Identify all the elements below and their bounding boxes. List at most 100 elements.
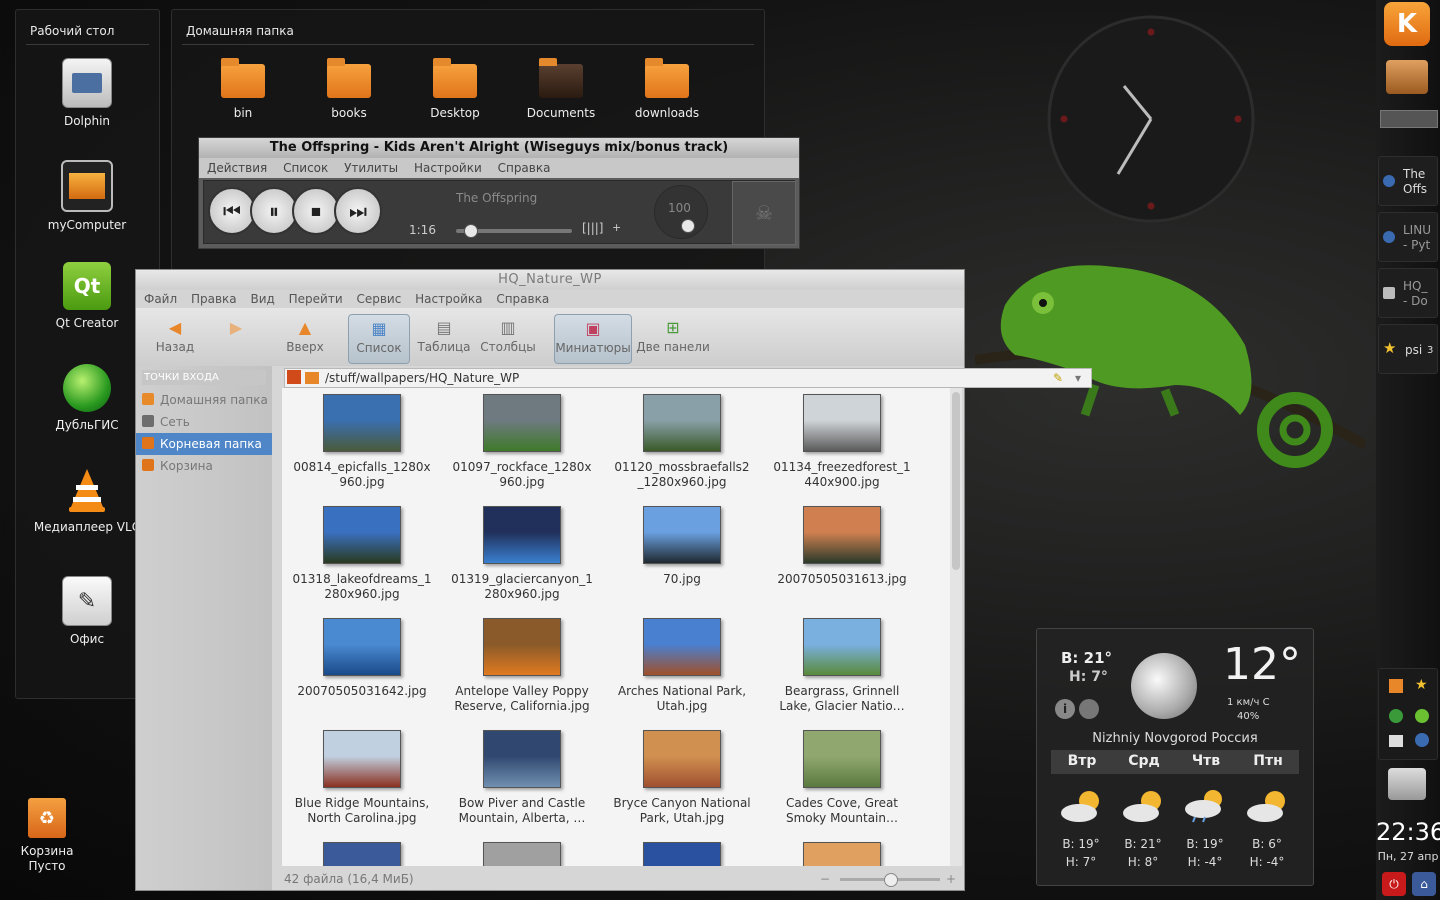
clear-location-icon[interactable]: ✎ [1053,369,1063,387]
file-item[interactable]: 20070505031642.jpg [284,612,440,699]
equalizer-icon[interactable]: [|||] [582,221,604,235]
desktop-icon-vlc[interactable]: Медиаплеер VLC [32,466,142,535]
view-table-button[interactable]: ▤ Таблица [414,314,474,362]
player-menu-item[interactable]: Настройки [414,161,482,175]
forward-button[interactable]: ▶ [216,314,256,362]
zoom-slider-knob[interactable] [884,873,898,887]
tray-blue-icon[interactable] [1415,733,1429,747]
player-menu-item[interactable]: Утилиты [344,161,398,175]
dolphin-menu-item[interactable]: Файл [144,292,177,306]
location-dropdown-icon[interactable]: ▾ [1075,369,1081,387]
desktop-icon-dolphin[interactable]: Dolphin [32,58,142,129]
file-item[interactable]: 01097_rockface_1280x 960.jpg [444,388,600,490]
thumbnails-button[interactable]: ▣ Миниатюры [554,314,632,364]
device-notifier-icon[interactable] [1388,768,1426,800]
place-label: Сеть [160,415,190,429]
digital-clock-date[interactable]: Пн, 27 апр [1376,850,1440,863]
view-list-button[interactable]: ▦ Список [348,314,410,364]
task-button[interactable]: ★ psi 3 [1378,324,1438,374]
desktop-icon-office[interactable]: ✎ Офис [32,576,142,647]
location-bar[interactable]: /stuff/wallpapers/HQ_Nature_WP ✎ ▾ [284,368,1092,388]
home-item-documents[interactable]: Documents [506,52,616,121]
back-button[interactable]: ◀ Назад [150,314,200,362]
tray-app-icon[interactable] [1389,679,1403,693]
zoom-out-icon[interactable]: − [820,868,830,890]
player-menu-item[interactable]: Справка [498,161,551,175]
file-item[interactable] [604,836,760,866]
file-item[interactable]: 01120_mossbraefalls2 _1280x960.jpg [604,388,760,490]
place-root[interactable]: Корневая папка [136,433,272,455]
zoom-in-icon[interactable]: + [946,868,956,890]
home-item-desktop[interactable]: Desktop [400,52,510,121]
task-button[interactable]: LINU - Pyt [1378,212,1438,262]
dolphin-menu-item[interactable]: Правка [191,292,237,306]
player-menu-item[interactable]: Список [283,161,328,175]
dolphin-menu-item[interactable]: Перейти [289,292,343,306]
info-icon[interactable]: i [1055,699,1075,719]
up-button[interactable]: ▲ Вверх [280,314,330,362]
tray-star-icon[interactable]: ★ [1415,677,1428,693]
dolphin-menu-item[interactable]: Настройка [415,292,482,306]
pause-button[interactable]: ⏸ [250,187,298,235]
desktop-icon-qtcreator[interactable]: Qt Qt Creator [32,262,142,331]
file-item[interactable]: Bow Piver and Castle Mountain, Alberta, … [444,724,600,826]
file-item[interactable]: 01318_lakeofdreams_1 280x960.jpg [284,500,440,602]
desktop-icon-dublgis[interactable]: ДубльГИС [32,364,142,433]
file-item[interactable]: Cades Cove, Great Smoky Mountain… [764,724,920,826]
add-icon[interactable]: + [612,221,621,234]
file-item[interactable]: Blue Ridge Mountains, North Carolina.jpg [284,724,440,826]
split-view-button[interactable]: ⊞ Две панели [636,314,710,362]
tray-network-icon[interactable] [1389,735,1403,747]
home-item-bin[interactable]: bin [188,52,298,121]
file-item[interactable]: 20070505031613.jpg [764,500,920,587]
table-view-icon: ▤ [436,318,452,337]
file-item[interactable]: 70.jpg [604,500,760,587]
digital-clock-time[interactable]: 22:36 [1376,818,1440,846]
task-button[interactable]: The Offs [1378,156,1438,206]
next-button[interactable]: ⏭ [334,187,382,235]
file-item[interactable]: Arches National Park, Utah.jpg [604,612,760,714]
globe-icon[interactable] [1079,699,1099,719]
view-columns-button[interactable]: ▥ Столбцы [480,314,536,362]
file-item[interactable]: 01319_glaciercanyon_1 280x960.jpg [444,500,600,602]
previous-button[interactable]: ⏮ [208,187,256,235]
seek-knob[interactable] [464,224,479,238]
home-item-books[interactable]: books [294,52,404,121]
zoom-slider[interactable] [840,873,940,887]
task-button[interactable]: HQ_ - Do [1378,268,1438,318]
file-item[interactable] [284,836,440,866]
forecast-day-name: Чтв [1191,753,1221,769]
tray-leaf-icon[interactable] [1415,709,1429,723]
dolphin-menu-item[interactable]: Сервис [356,292,401,306]
vertical-scrollbar[interactable] [950,388,962,866]
home-item-downloads[interactable]: downloads [612,52,722,121]
player-menu-item[interactable]: Действия [207,161,267,175]
file-thumbnail [483,842,561,866]
pager-icon[interactable] [1386,60,1428,94]
shutdown-button[interactable]: ⏻ [1382,872,1406,896]
lock-screen-button[interactable]: ⌂ [1412,872,1436,896]
stop-button[interactable]: ⏹ [292,187,340,235]
kde-menu-button[interactable]: K [1384,2,1430,46]
scrollbar-thumb[interactable] [952,392,960,570]
tray-green-icon[interactable] [1389,709,1403,723]
dolphin-menu-item[interactable]: Вид [250,292,274,306]
file-item[interactable]: Antelope Valley Poppy Reserve, Californi… [444,612,600,714]
file-name: Bryce Canyon National Park, Utah.jpg [613,796,751,825]
desktop-icon-mycomputer[interactable]: myComputer [32,160,142,233]
file-item[interactable] [764,836,920,866]
file-item[interactable]: 01134_freezedforest_1 440x900.jpg [764,388,920,490]
desktop-pager[interactable] [1380,110,1438,128]
file-item[interactable]: Beargrass, Grinnell Lake, Glacier Natio… [764,612,920,714]
dolphin-menu-item[interactable]: Справка [496,292,549,306]
file-item[interactable]: Bryce Canyon National Park, Utah.jpg [604,724,760,826]
place-network[interactable]: Сеть [136,411,272,433]
file-item[interactable] [444,836,600,866]
desktop-trash[interactable]: ♻ Корзина Пусто [0,798,102,874]
place-home[interactable]: Домашняя папка [136,389,272,411]
power-icon: ⏻ [1389,877,1399,891]
file-item[interactable]: 00814_epicfalls_1280x 960.jpg [284,388,440,490]
volume-knob[interactable] [681,219,695,233]
place-trash[interactable]: Корзина [136,455,272,477]
seek-slider[interactable] [456,224,572,238]
